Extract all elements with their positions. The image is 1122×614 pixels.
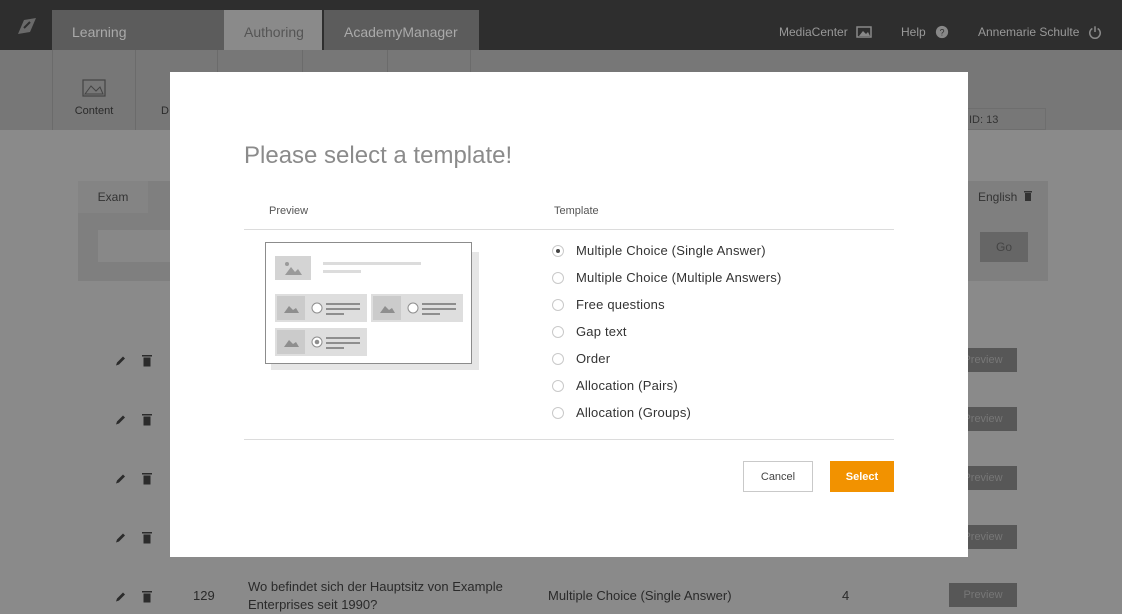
radio-button[interactable] bbox=[552, 298, 564, 311]
trash-icon[interactable] bbox=[141, 413, 153, 426]
radio-button[interactable] bbox=[552, 325, 564, 338]
footer-divider bbox=[244, 439, 894, 440]
template-select-dialog: Please select a template! Preview Templa… bbox=[170, 72, 968, 557]
svg-text:?: ? bbox=[939, 28, 944, 38]
filter-tab-exam[interactable]: Exam bbox=[78, 181, 148, 213]
option-label: Allocation (Groups) bbox=[576, 405, 692, 420]
media-center-link[interactable]: MediaCenter bbox=[779, 25, 872, 39]
select-button[interactable]: Select bbox=[830, 461, 894, 492]
edit-icon[interactable] bbox=[115, 472, 127, 485]
toolbar-item-content-label: Content bbox=[74, 105, 114, 117]
dialog-title: Please select a template! bbox=[244, 142, 513, 169]
option-label: Allocation (Pairs) bbox=[576, 378, 678, 393]
template-option-free-questions[interactable]: Free questions bbox=[552, 297, 665, 312]
trash-icon[interactable] bbox=[141, 472, 153, 485]
go-button[interactable]: Go bbox=[980, 232, 1028, 262]
edit-icon[interactable] bbox=[115, 354, 127, 367]
edit-icon[interactable] bbox=[115, 531, 127, 544]
trash-icon[interactable] bbox=[141, 590, 153, 603]
user-menu[interactable]: Annemarie Schulte bbox=[978, 25, 1103, 39]
trash-icon[interactable] bbox=[141, 354, 153, 367]
app-logo-icon[interactable] bbox=[14, 16, 40, 36]
row-type: Multiple Choice (Single Answer) bbox=[548, 588, 732, 603]
row-id: 129 bbox=[193, 588, 215, 603]
option-label: Order bbox=[576, 351, 611, 366]
option-label: Free questions bbox=[576, 297, 665, 312]
image-icon bbox=[855, 26, 872, 38]
template-column-header: Template bbox=[554, 205, 599, 217]
help-link[interactable]: Help ? bbox=[901, 25, 950, 39]
header-divider bbox=[244, 229, 894, 230]
template-option-allocation-pairs[interactable]: Allocation (Pairs) bbox=[552, 378, 678, 393]
row-count: 4 bbox=[842, 588, 850, 603]
option-label: Gap text bbox=[576, 324, 627, 339]
option-label: Multiple Choice (Single Answer) bbox=[576, 243, 766, 258]
content-icon bbox=[82, 79, 106, 97]
cancel-button[interactable]: Cancel bbox=[743, 461, 813, 492]
power-icon bbox=[1089, 26, 1102, 39]
radio-button[interactable] bbox=[552, 352, 564, 365]
edit-icon[interactable] bbox=[115, 413, 127, 426]
preview-button[interactable]: Preview bbox=[949, 583, 1017, 607]
template-option-order[interactable]: Order bbox=[552, 351, 610, 366]
toolbar-item-content[interactable]: Content bbox=[52, 50, 136, 130]
language-label: English bbox=[978, 190, 1018, 204]
filter-input[interactable] bbox=[98, 230, 178, 262]
radio-button[interactable] bbox=[552, 244, 564, 257]
row-question: Wo befindet sich der Hauptsitz von Examp… bbox=[248, 579, 503, 612]
language-selector[interactable]: English bbox=[978, 190, 1033, 204]
trash-icon[interactable] bbox=[1023, 190, 1033, 202]
trash-icon[interactable] bbox=[141, 531, 153, 544]
radio-button[interactable] bbox=[552, 271, 564, 284]
template-option-gap-text[interactable]: Gap text bbox=[552, 324, 627, 339]
media-center-label: MediaCenter bbox=[779, 25, 848, 39]
tab-learning-management[interactable]: Learning Management bbox=[52, 10, 224, 84]
help-label: Help bbox=[901, 25, 926, 39]
radio-button[interactable] bbox=[552, 379, 564, 392]
template-option-mc-single[interactable]: Multiple Choice (Single Answer) bbox=[552, 243, 766, 258]
help-icon: ? bbox=[935, 25, 948, 39]
top-navigation-bar: Learning Management Authoring AcademyMan… bbox=[0, 0, 1122, 84]
preview-column-header: Preview bbox=[269, 205, 309, 217]
option-label: Multiple Choice (Multiple Answers) bbox=[576, 270, 782, 285]
tab-academy-manager[interactable]: AcademyManager bbox=[324, 10, 479, 50]
edit-icon[interactable] bbox=[115, 590, 127, 603]
radio-button[interactable] bbox=[552, 406, 564, 419]
tab-authoring[interactable]: Authoring bbox=[224, 10, 322, 50]
user-name: Annemarie Schulte bbox=[978, 25, 1080, 39]
id-field[interactable]: ID: 13 bbox=[958, 108, 1046, 130]
template-option-allocation-groups[interactable]: Allocation (Groups) bbox=[552, 405, 691, 420]
template-preview-image bbox=[265, 242, 479, 370]
template-option-mc-multiple[interactable]: Multiple Choice (Multiple Answers) bbox=[552, 270, 781, 285]
